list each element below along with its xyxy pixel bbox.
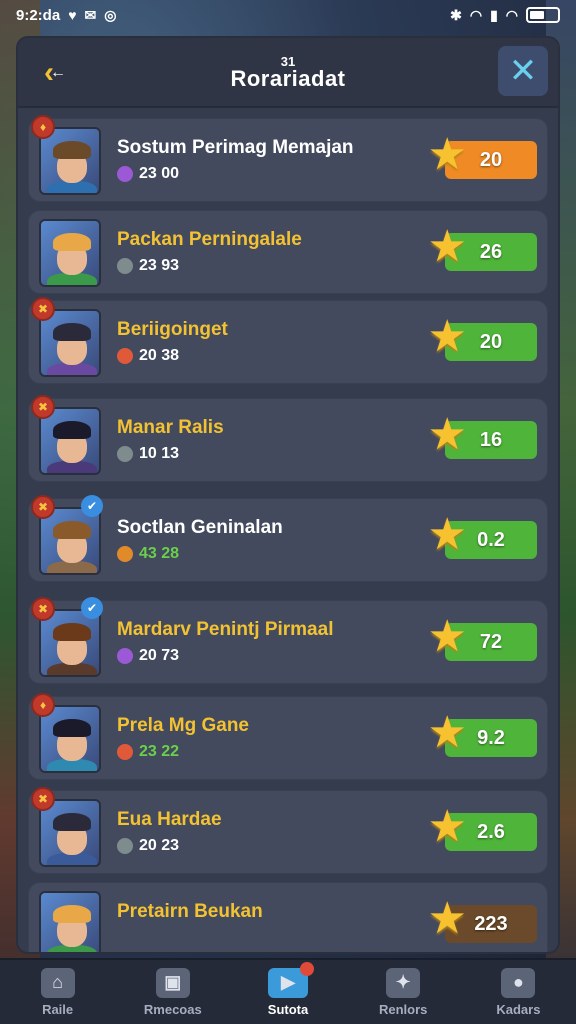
star-icon: ★ bbox=[427, 708, 467, 757]
rank-badge-icon: ✖ bbox=[31, 787, 55, 811]
player-stat-value: 20 73 bbox=[139, 647, 180, 664]
list-item[interactable]: ♦ Sostum Perimag Memajan 23 00 20 ★ bbox=[28, 115, 548, 202]
rank-badge-icon: ♦ bbox=[31, 693, 55, 717]
avatar bbox=[39, 891, 101, 952]
notification-dot bbox=[300, 961, 314, 976]
status-bar: 9:2:da ♥ ✉ ◎ ✱ ◠ ▮ ◠ bbox=[0, 0, 576, 30]
image-icon: ▣ bbox=[155, 967, 190, 998]
nav-item-rmecoas[interactable]: ▣ Rmecoas bbox=[115, 960, 230, 1024]
gem-icon bbox=[117, 166, 133, 182]
nav-label: Rmecoas bbox=[143, 1001, 202, 1017]
arrow-left-icon: ← bbox=[50, 64, 66, 81]
close-button[interactable]: ✕ bbox=[498, 46, 548, 96]
player-stat: 10 13 bbox=[117, 445, 179, 463]
player-name: Sostum Perimag Memajan bbox=[117, 137, 354, 158]
player-stat-value: 10 13 bbox=[139, 445, 180, 462]
player-stat: 23 22 bbox=[117, 743, 179, 761]
player-stat-value: 23 93 bbox=[139, 257, 180, 274]
list-item[interactable]: ✖ Eua Hardae 20 23 2.6 ★ bbox=[28, 787, 548, 874]
list-item[interactable]: ♦ Prela Mg Gane 23 22 9.2 ★ bbox=[28, 693, 548, 780]
star-icon: ★ bbox=[427, 612, 467, 661]
list-item[interactable]: Pretairn Beukan 223 ★ bbox=[28, 882, 548, 952]
gem-icon bbox=[117, 648, 133, 664]
list-item[interactable]: Packan Perningalale 23 93 26 ★ bbox=[28, 210, 548, 294]
title-wrap: 31 Rorariadat bbox=[230, 55, 345, 90]
player-stat-value: 20 23 bbox=[139, 837, 180, 854]
nav-item-renlors[interactable]: ✦ Renlors bbox=[346, 960, 461, 1024]
player-stat-value: 43 28 bbox=[139, 545, 180, 562]
list-item[interactable]: ✖ ✔ Mardarv Penintj Pirmaal 20 73 72 ★ bbox=[28, 597, 548, 684]
wifi-icon-2: ◠ bbox=[505, 6, 518, 23]
gem-icon bbox=[117, 348, 133, 364]
player-name: Prela Mg Gane bbox=[117, 715, 249, 736]
app-icon: ◎ bbox=[104, 6, 117, 23]
player-name: Pretairn Beukan bbox=[117, 901, 263, 922]
player-name: Manar Ralis bbox=[117, 417, 224, 438]
star-icon: ★ bbox=[427, 222, 467, 271]
bluetooth-icon: ✱ bbox=[450, 6, 462, 23]
gem-icon bbox=[117, 838, 133, 854]
back-button[interactable]: ‹ ← bbox=[32, 50, 78, 96]
list-item[interactable]: ✖ Beriigoinget 20 38 20 ★ bbox=[28, 297, 548, 384]
player-stat: 20 38 bbox=[117, 347, 179, 365]
gem-icon bbox=[117, 744, 133, 760]
ranking-panel: ‹ ← 31 Rorariadat ✕ ♦ Sostum Perimag Memaj… bbox=[16, 36, 560, 954]
nav-label: Sutota bbox=[267, 1001, 309, 1017]
bottom-nav: ⌂ Raile ▣ Rmecoas ▶ Sutota ✦ Renlors ● Kadars bbox=[0, 958, 576, 1024]
player-stat-value: 23 00 bbox=[139, 165, 180, 182]
player-stat-value: 20 38 bbox=[139, 347, 180, 364]
player-stat-value: 23 22 bbox=[139, 743, 180, 760]
player-stat: 23 93 bbox=[117, 257, 179, 275]
star-icon: ★ bbox=[427, 130, 467, 179]
notification-icon: ♥ bbox=[68, 7, 77, 23]
star-icon: ★ bbox=[427, 312, 467, 361]
player-name: Eua Hardae bbox=[117, 809, 222, 830]
star-icon: ★ bbox=[427, 410, 467, 459]
close-icon: ✕ bbox=[508, 52, 538, 90]
status-time: 9:2:da bbox=[16, 6, 61, 24]
star-icon: ★ bbox=[427, 802, 467, 851]
nav-item-raile[interactable]: ⌂ Raile bbox=[0, 960, 115, 1024]
player-name: Mardarv Penintj Pirmaal bbox=[117, 619, 334, 640]
player-name: Beriigoinget bbox=[117, 319, 228, 340]
rank-badge-icon: ✖ bbox=[31, 297, 55, 321]
player-stat: 23 00 bbox=[117, 165, 179, 183]
play-icon: ▶ bbox=[268, 961, 314, 998]
rank-badge-icon: ✖ bbox=[31, 395, 55, 419]
player-name: Packan Perningalale bbox=[117, 229, 302, 250]
battery-icon bbox=[526, 7, 560, 23]
star-icon: ★ bbox=[427, 510, 467, 559]
puzzle-icon: ✦ bbox=[386, 967, 421, 998]
list-item[interactable]: ✖ ✔ Soctlan Geninalan 43 28 0.2 ★ bbox=[28, 495, 548, 582]
panel-header: ‹ ← 31 Rorariadat ✕ bbox=[18, 38, 558, 108]
home-icon: ⌂ bbox=[40, 967, 75, 998]
rank-badge-icon: ✖ bbox=[31, 597, 55, 621]
gem-icon bbox=[117, 258, 133, 274]
nav-item-kadars[interactable]: ● Kadars bbox=[461, 960, 576, 1024]
list-item[interactable]: ✖ Manar Ralis 10 13 16 ★ bbox=[28, 395, 548, 482]
nav-label: Kadars bbox=[496, 1001, 541, 1017]
rank-badge-icon: ✖ bbox=[31, 495, 55, 519]
gem-icon bbox=[117, 546, 133, 562]
bomb-icon: ● bbox=[501, 967, 536, 998]
nav-label: Raile bbox=[42, 1001, 74, 1017]
wifi-icon: ◠ bbox=[469, 6, 483, 23]
chat-icon: ✉ bbox=[84, 6, 97, 23]
star-icon: ★ bbox=[427, 894, 467, 943]
player-stat: 20 73 bbox=[117, 647, 179, 665]
verified-icon: ✔ bbox=[81, 597, 103, 619]
page-title: Rorariadat bbox=[230, 65, 346, 91]
signal-icon: ▮ bbox=[490, 6, 498, 23]
nav-label: Renlors bbox=[379, 1001, 428, 1017]
player-name: Soctlan Geninalan bbox=[117, 517, 283, 538]
verified-icon: ✔ bbox=[81, 495, 103, 517]
avatar bbox=[39, 219, 101, 287]
player-stat: 20 23 bbox=[117, 837, 179, 855]
player-stat: 43 28 bbox=[117, 545, 179, 563]
rank-badge-icon: ♦ bbox=[31, 115, 55, 139]
gem-icon bbox=[117, 446, 133, 462]
nav-item-sutota[interactable]: ▶ Sutota bbox=[230, 960, 345, 1024]
